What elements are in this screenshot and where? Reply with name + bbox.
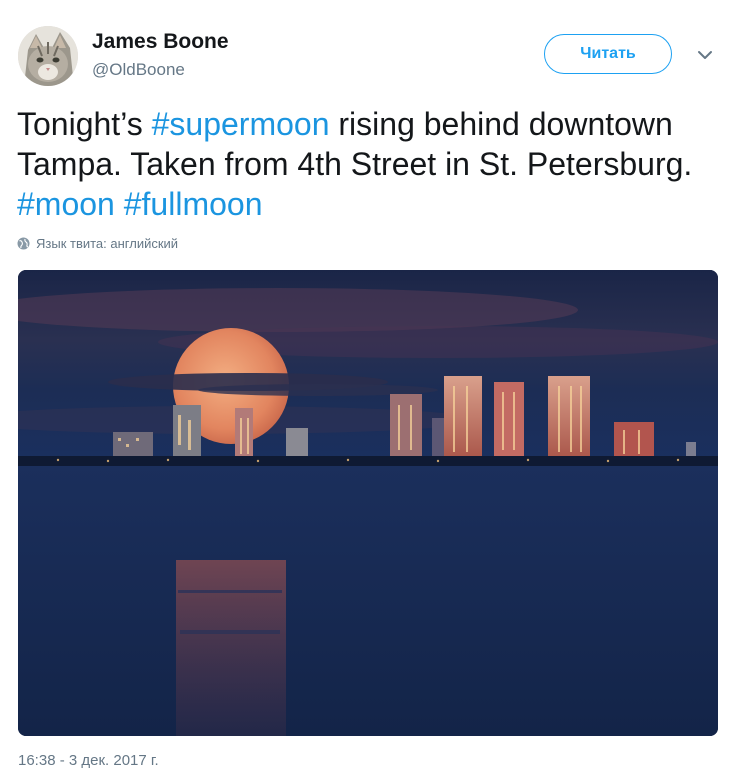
user-handle[interactable]: @OldBoone bbox=[92, 60, 185, 80]
tweet-text: Tonight’s #supermoon rising behind downt… bbox=[17, 104, 717, 224]
tweet-timestamp[interactable]: 16:38 - 3 дек. 2017 г. bbox=[18, 752, 159, 769]
tweet-text-part bbox=[115, 186, 124, 222]
supermoon-photo-image bbox=[18, 270, 718, 736]
hashtag-link[interactable]: #supermoon bbox=[152, 106, 330, 142]
hashtag-link[interactable]: #fullmoon bbox=[124, 186, 263, 222]
tweet-text-part: Tonight’s bbox=[17, 106, 152, 142]
cat-avatar-image bbox=[18, 26, 78, 86]
tweet-photo[interactable] bbox=[18, 270, 718, 736]
user-name[interactable]: James Boone bbox=[92, 30, 229, 54]
language-note[interactable]: Язык твита: английский bbox=[17, 236, 178, 251]
chevron-down-icon[interactable] bbox=[696, 48, 714, 60]
avatar[interactable] bbox=[18, 26, 78, 86]
follow-button[interactable]: Читать bbox=[544, 34, 672, 74]
hashtag-link[interactable]: #moon bbox=[17, 186, 115, 222]
language-note-label: Язык твита: английский bbox=[36, 236, 179, 251]
globe-icon bbox=[17, 237, 30, 250]
